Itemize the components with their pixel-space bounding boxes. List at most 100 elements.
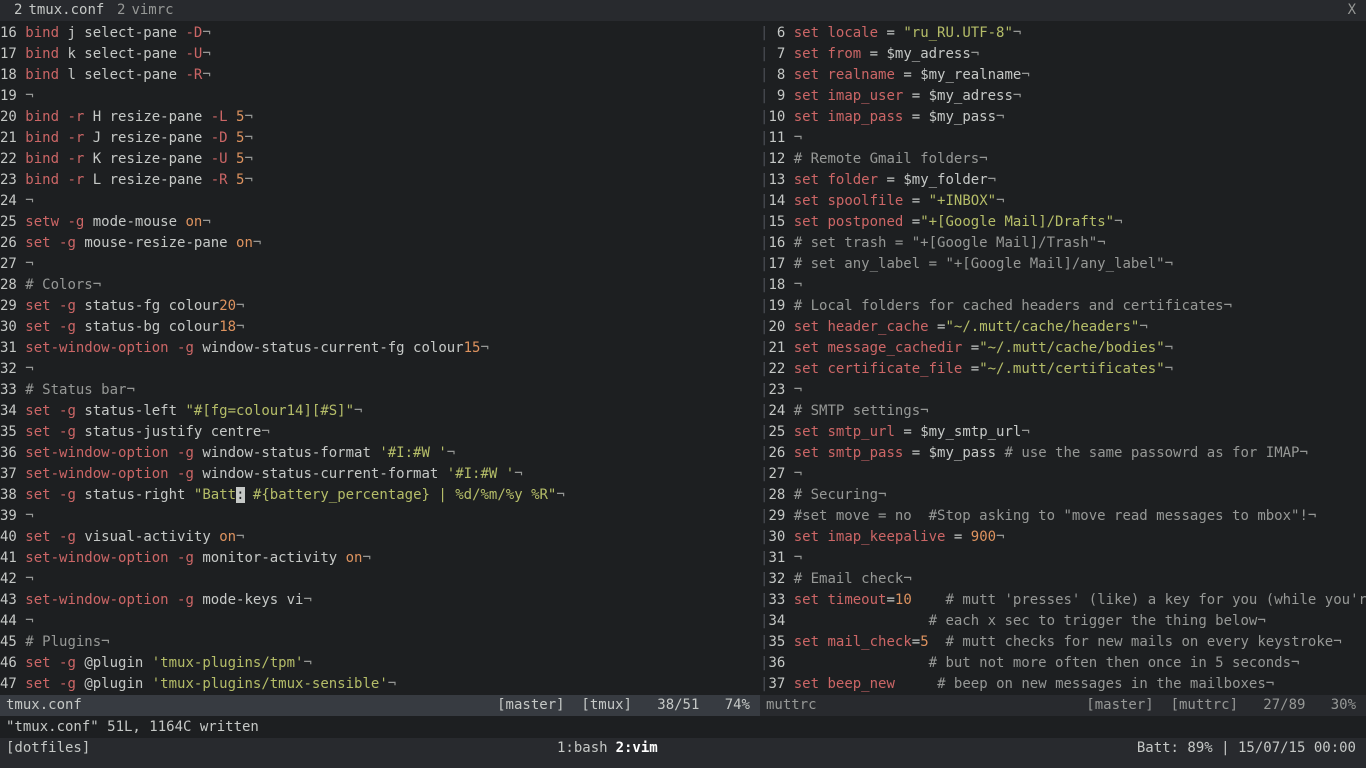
code-line[interactable]: 19 ¬ (0, 86, 760, 107)
code-token: ¬ (25, 88, 34, 104)
code-line[interactable]: 35 set -g status-justify centre¬ (0, 422, 760, 443)
code-token: set (793, 193, 820, 209)
code-line[interactable]: 33 # Status bar¬ (0, 380, 760, 401)
code-line[interactable]: |35 set mail_check=5 # mutt checks for n… (760, 632, 1366, 653)
code-line[interactable]: 42 ¬ (0, 569, 760, 590)
code-line[interactable]: 38 set -g status-right "Batt: #{battery_… (0, 485, 760, 506)
code-line[interactable]: |31 ¬ (760, 548, 1366, 569)
code-line[interactable]: |15 set postponed ="+[Google Mail]/Draft… (760, 212, 1366, 233)
tab-vimrc[interactable]: 2 vimrc (113, 0, 178, 21)
code-line[interactable]: 25 setw -g mode-mouse on¬ (0, 212, 760, 233)
tab-tmux-conf[interactable]: 2 tmux.conf (10, 0, 108, 21)
line-number: 40 (0, 529, 26, 545)
line-number: 30 (768, 529, 794, 545)
code-line[interactable]: | 8 set realname = $my_realname¬ (760, 65, 1366, 86)
code-token: ¬ (236, 298, 245, 314)
code-line[interactable]: |20 set header_cache ="~/.mutt/cache/hea… (760, 317, 1366, 338)
code-line[interactable]: |26 set smtp_pass = $my_pass # use the s… (760, 443, 1366, 464)
code-line[interactable]: |22 set certificate_file ="~/.mutt/certi… (760, 359, 1366, 380)
code-line[interactable]: |33 set timeout=10 # mutt 'presses' (lik… (760, 590, 1366, 611)
code-token: # Status bar (25, 382, 127, 398)
code-line[interactable]: 24 ¬ (0, 191, 760, 212)
code-line[interactable]: 34 set -g status-left "#[fg=colour14][#S… (0, 401, 760, 422)
code-line[interactable]: |25 set smtp_url = $my_smtp_url¬ (760, 422, 1366, 443)
editor-pane-muttrc[interactable]: | 6 set locale = "ru_RU.UTF-8"¬ | 7 set f… (760, 23, 1366, 695)
code-token: set-window-option (25, 445, 169, 461)
tmux-window-list: 1:bash 2:vim (557, 738, 666, 759)
code-line[interactable]: 22 bind -r K resize-pane -U 5¬ (0, 149, 760, 170)
code-line[interactable]: | 6 set locale = "ru_RU.UTF-8"¬ (760, 23, 1366, 44)
code-line[interactable]: 44 ¬ (0, 611, 760, 632)
code-line[interactable]: |13 set folder = $my_folder¬ (760, 170, 1366, 191)
code-line[interactable]: 46 set -g @plugin 'tmux-plugins/tpm'¬ (0, 653, 760, 674)
code-line[interactable]: 27 ¬ (0, 254, 760, 275)
code-token: set (793, 529, 820, 545)
line-number: 9 (768, 88, 794, 104)
code-line[interactable]: 16 bind j select-pane -D¬ (0, 23, 760, 44)
code-line[interactable]: |18 ¬ (760, 275, 1366, 296)
code-token: status-fg colour (75, 298, 220, 314)
code-line[interactable]: |37 set beep_new # beep on new messages … (760, 674, 1366, 695)
code-line[interactable]: |23 ¬ (760, 380, 1366, 401)
code-line[interactable]: |10 set imap_pass = $my_pass¬ (760, 107, 1366, 128)
code-line[interactable]: |29 #set move = no #Stop asking to "move… (760, 506, 1366, 527)
code-line[interactable]: 20 bind -r H resize-pane -L 5¬ (0, 107, 760, 128)
command-line[interactable]: "tmux.conf" 51L, 1164C written (6, 717, 259, 738)
tmux-status-right: Batt: 89% | 15/07/15 00:00 (1136, 740, 1356, 756)
editor-pane-tmux-conf[interactable]: 16 bind j select-pane -D¬ 17 bind k selec… (0, 23, 760, 695)
code-token: "~/.mutt/cache/headers" (945, 319, 1140, 335)
line-number: 26 (768, 445, 794, 461)
code-line[interactable]: |12 # Remote Gmail folders¬ (760, 149, 1366, 170)
code-token: bind (25, 151, 60, 167)
code-line[interactable]: | 9 set imap_user = $my_adress¬ (760, 86, 1366, 107)
code-line[interactable]: | 7 set from = $my_adress¬ (760, 44, 1366, 65)
code-line[interactable]: |21 set message_cachedir ="~/.mutt/cache… (760, 338, 1366, 359)
code-line[interactable]: |27 ¬ (760, 464, 1366, 485)
code-line[interactable]: |34 # each x sec to trigger the thing be… (760, 611, 1366, 632)
code-line[interactable]: 41 set-window-option -g monitor-activity… (0, 548, 760, 569)
code-line[interactable]: |28 # Securing¬ (760, 485, 1366, 506)
code-line[interactable]: 28 # Colors¬ (0, 275, 760, 296)
code-line[interactable]: |14 set spoolfile = "+INBOX"¬ (760, 191, 1366, 212)
code-token: # Colors (25, 277, 93, 293)
code-line[interactable]: 39 ¬ (0, 506, 760, 527)
code-line[interactable]: 45 # Plugins¬ (0, 632, 760, 653)
code-line[interactable]: 23 bind -r L resize-pane -R 5¬ (0, 170, 760, 191)
code-line[interactable]: |16 # set trash = "+[Google Mail]/Trash"… (760, 233, 1366, 254)
code-line[interactable]: |36 # but not more often then once in 5 … (760, 653, 1366, 674)
code-line[interactable]: 26 set -g mouse-resize-pane on¬ (0, 233, 760, 254)
code-line[interactable]: 30 set -g status-bg colour18¬ (0, 317, 760, 338)
code-line[interactable]: |19 # Local folders for cached headers a… (760, 296, 1366, 317)
code-token: set (25, 424, 51, 440)
close-tab-button[interactable]: X (1348, 0, 1356, 21)
line-number: 21 (768, 340, 794, 356)
code-line[interactable]: 32 ¬ (0, 359, 760, 380)
code-token: -g (59, 235, 76, 251)
code-line[interactable]: 47 set -g @plugin 'tmux-plugins/tmux-sen… (0, 674, 760, 695)
code-line[interactable]: 21 bind -r J resize-pane -D 5¬ (0, 128, 760, 149)
code-line[interactable]: 37 set-window-option -g window-status-cu… (0, 464, 760, 485)
tmux-window-vim[interactable]: 2:vim (616, 740, 658, 756)
code-line[interactable]: |17 # set any_label = "+[Google Mail]/an… (760, 254, 1366, 275)
tmux-window-bash[interactable]: 1:bash (557, 740, 608, 756)
code-line[interactable]: |32 # Email check¬ (760, 569, 1366, 590)
code-token: -g (177, 340, 194, 356)
code-line[interactable]: 17 bind k select-pane -U¬ (0, 44, 760, 65)
code-line[interactable]: 43 set-window-option -g mode-keys vi¬ (0, 590, 760, 611)
code-token: # SMTP settings (793, 403, 921, 419)
code-line[interactable]: 31 set-window-option -g window-status-cu… (0, 338, 760, 359)
code-line[interactable]: |30 set imap_keepalive = 900¬ (760, 527, 1366, 548)
line-number: 16 (768, 235, 794, 251)
code-token: set (793, 592, 820, 608)
code-line[interactable]: 29 set -g status-fg colour20¬ (0, 296, 760, 317)
code-line[interactable]: |24 # SMTP settings¬ (760, 401, 1366, 422)
code-line[interactable]: 18 bind l select-pane -R¬ (0, 65, 760, 86)
code-token: # Email check (793, 571, 904, 587)
code-line[interactable]: |11 ¬ (760, 128, 1366, 149)
code-token: -g (59, 424, 76, 440)
code-line[interactable]: 40 set -g visual-activity on¬ (0, 527, 760, 548)
code-line[interactable]: 36 set-window-option -g window-status-fo… (0, 443, 760, 464)
code-token: mail_check (827, 634, 912, 650)
